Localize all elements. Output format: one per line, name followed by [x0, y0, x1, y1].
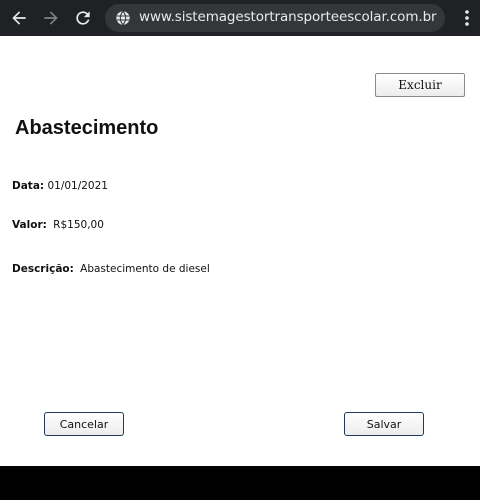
reload-button[interactable]	[71, 6, 95, 30]
value-amount: R$150,00	[53, 219, 104, 231]
url-text[interactable]: www.sistemagestortransporteescolar.com.b…	[139, 9, 437, 25]
arrow-left-icon	[12, 11, 26, 25]
reload-icon	[76, 11, 90, 25]
description-field: Descrição: Abastecimento de diesel	[12, 263, 210, 275]
date-label: Data:	[12, 180, 45, 192]
more-vertical-icon	[465, 10, 469, 26]
description-value: Abastecimento de diesel	[80, 263, 210, 275]
date-field: Data: 01/01/2021	[12, 180, 108, 192]
page-content: Excluir Abastecimento Data: 01/01/2021 V…	[0, 36, 480, 466]
value-field: Valor: R$150,00	[12, 219, 104, 231]
date-value: 01/01/2021	[47, 180, 108, 192]
browser-menu-button[interactable]	[458, 8, 476, 28]
value-label: Valor:	[12, 219, 47, 231]
browser-toolbar: www.sistemagestortransporteescolar.com.b…	[0, 0, 480, 36]
forward-button[interactable]	[39, 6, 63, 30]
description-label: Descrição:	[12, 263, 74, 275]
globe-icon	[116, 10, 130, 26]
back-button[interactable]	[7, 6, 31, 30]
page-title: Abastecimento	[15, 117, 159, 139]
delete-button[interactable]: Excluir	[375, 73, 465, 97]
arrow-right-icon	[44, 11, 58, 25]
cancel-button[interactable]: Cancelar	[44, 412, 124, 436]
save-button[interactable]: Salvar	[344, 412, 424, 436]
bottom-bar	[0, 466, 480, 500]
address-bar[interactable]: www.sistemagestortransporteescolar.com.b…	[105, 4, 445, 32]
